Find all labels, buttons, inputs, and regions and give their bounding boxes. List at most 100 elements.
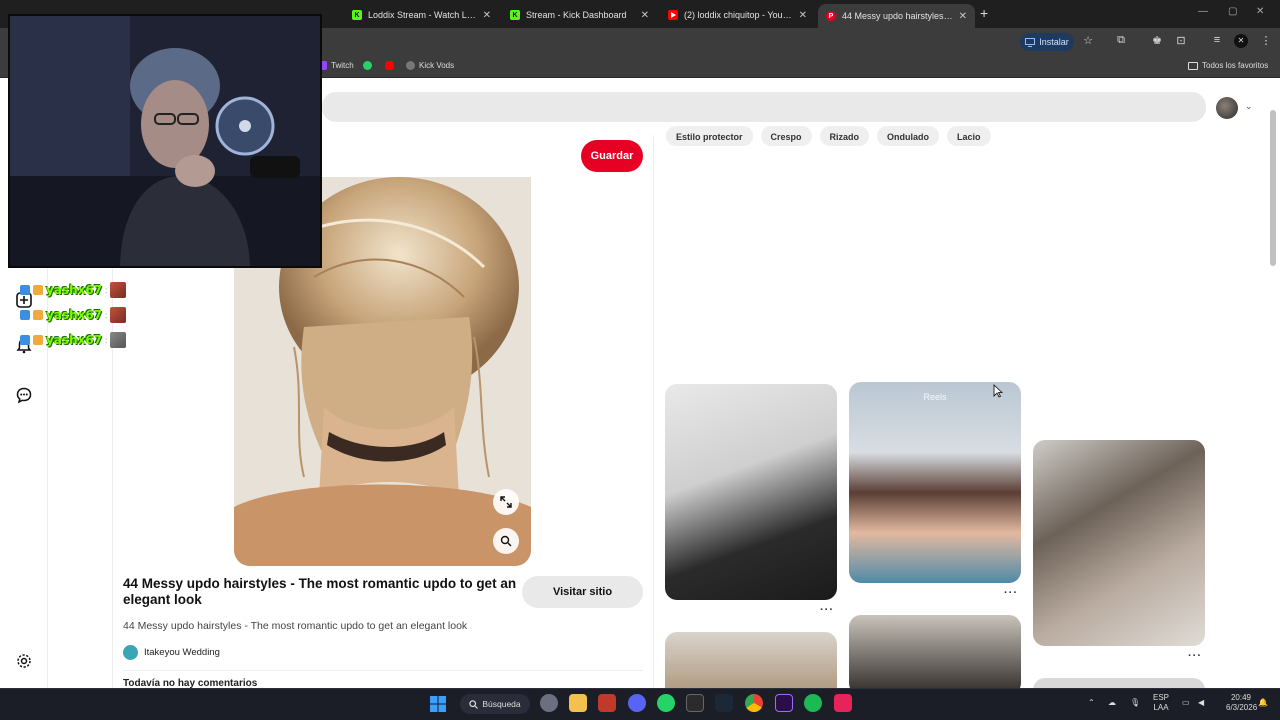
close-window-icon[interactable]: ✕ xyxy=(1256,6,1264,17)
tab-pinterest[interactable]: P 44 Messy updo hairstyles - The ✕ xyxy=(818,4,975,28)
tiktok-icon[interactable] xyxy=(834,694,852,712)
windows-start-icon[interactable] xyxy=(430,696,446,712)
webcam-overlay xyxy=(8,14,322,268)
premiere-pro-icon[interactable] xyxy=(775,694,793,712)
badge-icon xyxy=(33,310,43,320)
related-pin-reels-messy-bun[interactable]: Reels xyxy=(849,382,1021,583)
onedrive-icon[interactable]: ☁ xyxy=(1108,698,1116,708)
whatsapp-icon xyxy=(363,61,372,70)
comments-heading: Todavía no hay comentarios xyxy=(123,678,258,688)
kick-icon: K xyxy=(352,10,362,20)
webcam-feed-image xyxy=(10,16,320,266)
reading-list-icon[interactable]: ≡ xyxy=(1210,34,1224,46)
chat-message: yashx67 : xyxy=(20,305,127,325)
related-pin-partial[interactable] xyxy=(1033,678,1205,688)
microphone-icon[interactable]: 🎙 xyxy=(1130,698,1140,708)
screenshot-icon[interactable]: ⊡ xyxy=(1174,34,1188,47)
chat-message: yashx67 : xyxy=(20,280,127,300)
mouse-cursor-icon xyxy=(993,384,1003,398)
profile-switch-icon[interactable]: ♚ xyxy=(1150,34,1164,47)
emote-icon xyxy=(110,307,127,323)
pin-description: 44 Messy updo hairstyles - The most roma… xyxy=(123,620,468,632)
emote-icon xyxy=(110,282,127,298)
visual-search-icon[interactable] xyxy=(493,528,519,554)
related-pin-blonde-updo[interactable] xyxy=(665,632,837,688)
clock[interactable]: 20:49 6/3/2026 xyxy=(1226,693,1257,713)
install-icon xyxy=(1025,37,1036,47)
kick-vods-icon xyxy=(406,61,415,70)
discord-icon[interactable] xyxy=(628,694,646,712)
related-pin-bw-updo[interactable] xyxy=(1033,440,1205,646)
pin-author[interactable]: Itakeyou Wedding xyxy=(123,645,220,660)
more-options-icon[interactable]: ··· xyxy=(1004,587,1018,599)
tray-chevron-up-icon[interactable]: ⌃ xyxy=(1088,698,1095,708)
steam-icon[interactable] xyxy=(715,694,733,712)
folder-icon xyxy=(1188,61,1198,70)
file-explorer-icon[interactable] xyxy=(569,694,587,712)
whatsapp-icon[interactable] xyxy=(657,694,675,712)
close-tab-icon[interactable]: ✕ xyxy=(483,10,491,21)
bookmark-star-icon[interactable]: ☆ xyxy=(1081,34,1095,47)
badge-icon xyxy=(33,335,43,345)
chat-message: yashx67 : xyxy=(20,330,127,350)
close-tab-icon[interactable]: ✕ xyxy=(799,10,807,21)
tab-youtube[interactable]: (2) loddix chiquitop - YouTube ✕ xyxy=(660,4,815,26)
page-scrollbar[interactable] xyxy=(1270,110,1276,266)
more-options-icon[interactable]: ··· xyxy=(1188,650,1202,662)
tab-kick-stream[interactable]: K Loddix Stream - Watch Live on ✕ xyxy=(344,4,499,26)
chip-estilo-protector[interactable]: Estilo protector xyxy=(666,126,753,146)
pinterest-icon: P xyxy=(826,11,836,21)
close-tab-icon[interactable]: ✕ xyxy=(959,11,967,22)
chip-rizado[interactable]: Rizado xyxy=(819,126,870,146)
chip-ondulado[interactable]: Ondulado xyxy=(877,126,940,146)
chip-crespo[interactable]: Crespo xyxy=(760,126,812,146)
bookmark-twitch[interactable]: Twitch xyxy=(318,61,354,70)
bookmark-youtube[interactable] xyxy=(385,61,394,70)
volume-icon[interactable]: ◀ xyxy=(1198,698,1204,708)
badge-icon xyxy=(20,310,30,320)
store-app-icon[interactable] xyxy=(598,694,616,712)
chrome-icon[interactable] xyxy=(745,694,763,712)
save-button[interactable]: Guardar xyxy=(581,140,643,172)
tab-kick-dashboard[interactable]: K Stream - Kick Dashboard ✕ xyxy=(502,4,657,26)
obs-app-icon[interactable] xyxy=(540,694,558,712)
extensions-icon[interactable]: ⧉ xyxy=(1114,34,1128,47)
expand-icon[interactable] xyxy=(493,489,519,515)
taskbar-search-button[interactable]: Búsqueda xyxy=(460,694,530,714)
visit-site-button[interactable]: Visitar sitio xyxy=(522,576,643,608)
messages-icon[interactable] xyxy=(16,387,32,403)
search-icon xyxy=(469,699,479,709)
menu-kebab-icon[interactable]: ⋮ xyxy=(1259,34,1273,47)
settings-gear-icon[interactable] xyxy=(16,653,32,669)
filter-chips: Estilo protector Crespo Rizado Ondulado … xyxy=(666,126,991,146)
badge-icon xyxy=(20,285,30,295)
new-tab-icon[interactable]: + xyxy=(980,5,988,21)
badge-icon xyxy=(33,285,43,295)
chevron-down-icon[interactable]: ⌄ xyxy=(1245,101,1253,112)
bookmark-all-favorites[interactable]: Todos los favoritos xyxy=(1188,61,1268,70)
youtube-icon xyxy=(385,61,394,70)
maximize-icon[interactable]: ▢ xyxy=(1228,6,1237,17)
bookmark-whatsapp[interactable] xyxy=(363,61,372,70)
epic-games-icon[interactable] xyxy=(686,694,704,712)
notifications-bell-icon[interactable]: 🔔 xyxy=(1258,698,1268,708)
language-indicator[interactable]: ESP LAA xyxy=(1152,693,1170,713)
related-pin-dark-updo[interactable] xyxy=(849,615,1021,688)
badge-icon xyxy=(20,335,30,345)
kick-icon: K xyxy=(510,10,520,20)
minimize-icon[interactable]: — xyxy=(1198,6,1208,17)
emote-icon xyxy=(110,332,127,348)
close-tab-icon[interactable]: ✕ xyxy=(641,10,649,21)
spotify-icon[interactable] xyxy=(804,694,822,712)
network-icon[interactable]: ▭ xyxy=(1182,698,1190,708)
profile-avatar-icon[interactable]: ✕ xyxy=(1234,34,1248,48)
avatar[interactable] xyxy=(1216,97,1238,119)
install-app-button[interactable]: Instalar xyxy=(1020,33,1074,51)
bookmark-kick-vods[interactable]: Kick Vods xyxy=(406,61,454,70)
more-options-icon[interactable]: ··· xyxy=(820,604,834,616)
divider xyxy=(123,670,643,671)
search-input[interactable] xyxy=(322,92,1206,122)
related-pin-dark-curly-updo[interactable] xyxy=(665,384,837,600)
chip-lacio[interactable]: Lacio xyxy=(947,126,991,146)
author-avatar xyxy=(123,645,138,660)
